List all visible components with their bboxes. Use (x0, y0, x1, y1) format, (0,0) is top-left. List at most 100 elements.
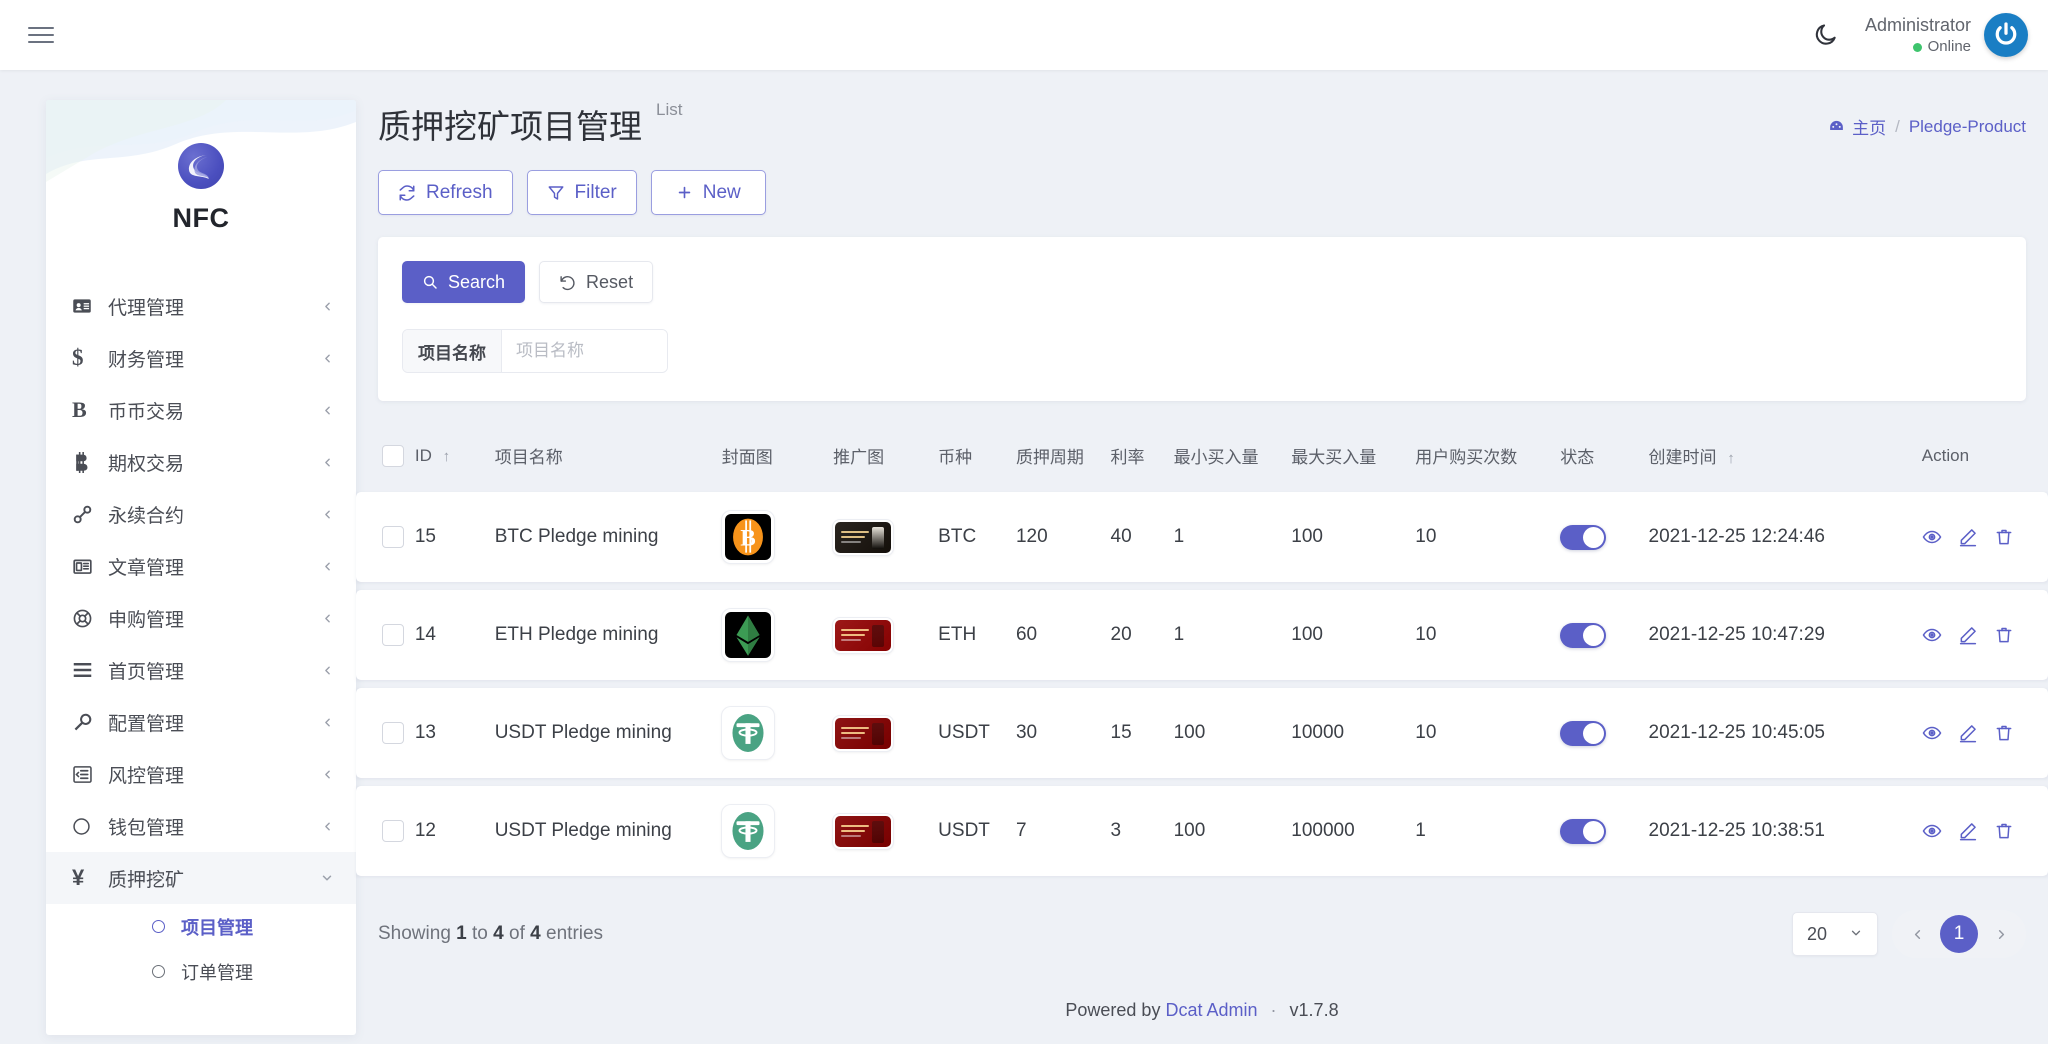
pencil-icon[interactable] (1958, 821, 1978, 841)
select-all-checkbox[interactable] (382, 444, 404, 467)
th-select-all (356, 429, 415, 484)
svg-text:B: B (740, 526, 755, 551)
info-to: 4 (493, 923, 504, 944)
footer-brand-link[interactable]: Dcat Admin (1165, 1000, 1257, 1020)
sidebar-subitem-project-management[interactable]: 项目管理 (46, 904, 356, 949)
th-max[interactable]: 最大买入量 (1291, 429, 1415, 484)
status-toggle[interactable] (1560, 720, 1607, 746)
pencil-icon[interactable] (1958, 625, 1978, 645)
sidebar-item-perpetual[interactable]: 永续合约 (46, 488, 356, 540)
cell-created-at: 2021-12-25 10:45:05 (1648, 722, 1825, 743)
cell-rate: 40 (1110, 526, 1132, 547)
th-name[interactable]: 项目名称 (495, 429, 722, 484)
status-toggle[interactable] (1560, 524, 1607, 550)
th-times[interactable]: 用户购买次数 (1415, 429, 1560, 484)
moon-icon[interactable] (1813, 22, 1839, 48)
sidebar-item-subscription[interactable]: 申购管理 (46, 592, 356, 644)
th-coin[interactable]: 币种 (938, 429, 1016, 484)
cell-max-buy: 100 (1291, 526, 1323, 547)
chevron-left-icon (321, 404, 334, 417)
sidebar-menu: 代理管理 $ 财务管理 B 币币交易 期权交易 永续合约 文章管理 申购管理 首… (46, 276, 356, 994)
cover-image-thumb[interactable]: B (721, 511, 774, 563)
sidebar-item-option-trade[interactable]: 期权交易 (46, 436, 356, 488)
row-checkbox[interactable] (382, 722, 404, 744)
project-name-label: 项目名称 (403, 330, 502, 372)
yen-icon: ¥ (72, 865, 85, 890)
pencil-icon[interactable] (1958, 723, 1978, 743)
refresh-button[interactable]: Refresh (378, 170, 513, 215)
reset-button[interactable]: Reset (539, 261, 654, 303)
reset-label: Reset (586, 271, 634, 292)
info-from: 1 (456, 923, 467, 944)
page-number-1[interactable]: 1 (1940, 915, 1978, 953)
sidebar-item-risk[interactable]: 风控管理 (46, 748, 356, 800)
new-button[interactable]: New (650, 170, 766, 215)
project-name-input[interactable] (502, 330, 667, 372)
trash-icon[interactable] (1994, 527, 2014, 547)
sidebar-item-pledge-mining[interactable]: ¥ 质押挖矿 (46, 852, 356, 904)
row-checkbox[interactable] (382, 624, 404, 646)
row-checkbox[interactable] (382, 526, 404, 548)
sidebar: NFC 代理管理 $ 财务管理 B 币币交易 期权交易 永续合约 文章管理 申购… (46, 100, 356, 1035)
chevron-left-icon (321, 820, 334, 833)
chevron-left-icon (321, 612, 334, 625)
eye-icon[interactable] (1922, 527, 1942, 547)
table-header-row: ID ↑ 项目名称 封面图 推广图 币种 质押周期 利率 最小买入量 最大买入量… (356, 429, 2048, 484)
th-created-at-label: 创建时间 (1648, 448, 1717, 467)
sidebar-item-wallet[interactable]: 钱包管理 (46, 800, 356, 852)
th-rate[interactable]: 利率 (1111, 429, 1174, 484)
cell-coin: BTC (938, 526, 977, 547)
filter-button[interactable]: Filter (526, 170, 637, 215)
sidebar-item-article[interactable]: 文章管理 (46, 540, 356, 592)
th-period[interactable]: 质押周期 (1016, 429, 1111, 484)
breadcrumb-home-link[interactable]: 主页 (1828, 114, 1886, 139)
cover-image-thumb[interactable] (721, 805, 774, 857)
th-id[interactable]: ID ↑ (415, 429, 495, 484)
dollar-icon: $ (72, 345, 84, 370)
data-table: ID ↑ 项目名称 封面图 推广图 币种 质押周期 利率 最小买入量 最大买入量… (356, 421, 2048, 884)
sidebar-item-coin-trade[interactable]: B 币币交易 (46, 384, 356, 436)
chevron-down-icon (1849, 924, 1863, 945)
cover-image-thumb[interactable] (721, 707, 774, 759)
cell-period: 30 (1015, 722, 1038, 743)
promo-image-thumb[interactable] (833, 617, 894, 653)
sidebar-item-agent[interactable]: 代理管理 (46, 280, 356, 332)
trash-icon[interactable] (1994, 821, 2014, 841)
new-label: New (702, 181, 741, 203)
avatar[interactable] (1984, 12, 2028, 57)
eye-icon[interactable] (1922, 723, 1942, 743)
status-toggle[interactable] (1560, 818, 1607, 844)
main-content: 质押挖矿项目管理 List 主页 / Pledge-Product Refres… (356, 70, 2048, 1044)
next-page-button[interactable] (1984, 917, 2018, 951)
row-checkbox[interactable] (382, 820, 404, 842)
promo-image-thumb[interactable] (833, 715, 894, 751)
status-toggle[interactable] (1560, 622, 1607, 648)
app-logo (178, 142, 224, 189)
promo-image-thumb[interactable] (833, 519, 894, 555)
trash-icon[interactable] (1994, 723, 2014, 743)
search-button[interactable]: Search (402, 261, 526, 303)
th-created-at[interactable]: 创建时间 ↑ (1649, 429, 1922, 484)
sidebar-subitem-order-management[interactable]: 订单管理 (46, 949, 356, 994)
sidebar-item-homepage[interactable]: 首页管理 (46, 644, 356, 696)
cell-actions (1922, 688, 2048, 778)
sidebar-item-finance[interactable]: $ 财务管理 (46, 332, 356, 384)
per-page-select[interactable]: 20 (1791, 912, 1878, 956)
prev-page-button[interactable] (1900, 917, 1934, 951)
user-menu[interactable]: Administrator Online (1865, 12, 2028, 58)
eye-icon[interactable] (1922, 821, 1942, 841)
trash-icon[interactable] (1994, 625, 2014, 645)
cover-image-thumb[interactable] (721, 609, 774, 661)
cell-buy-times: 1 (1415, 820, 1426, 841)
promo-image-thumb[interactable] (833, 813, 894, 849)
pencil-icon[interactable] (1958, 527, 1978, 547)
eye-icon[interactable] (1922, 625, 1942, 645)
hamburger-icon[interactable] (28, 22, 54, 48)
sidebar-item-config[interactable]: 配置管理 (46, 696, 356, 748)
circle-icon (152, 965, 165, 978)
th-min[interactable]: 最小买入量 (1174, 429, 1292, 484)
sidebar-item-label: 永续合约 (108, 505, 185, 527)
breadcrumb-current[interactable]: Pledge-Product (1909, 117, 2026, 137)
cell-min-buy: 100 (1173, 722, 1206, 743)
indent-icon (72, 765, 102, 784)
